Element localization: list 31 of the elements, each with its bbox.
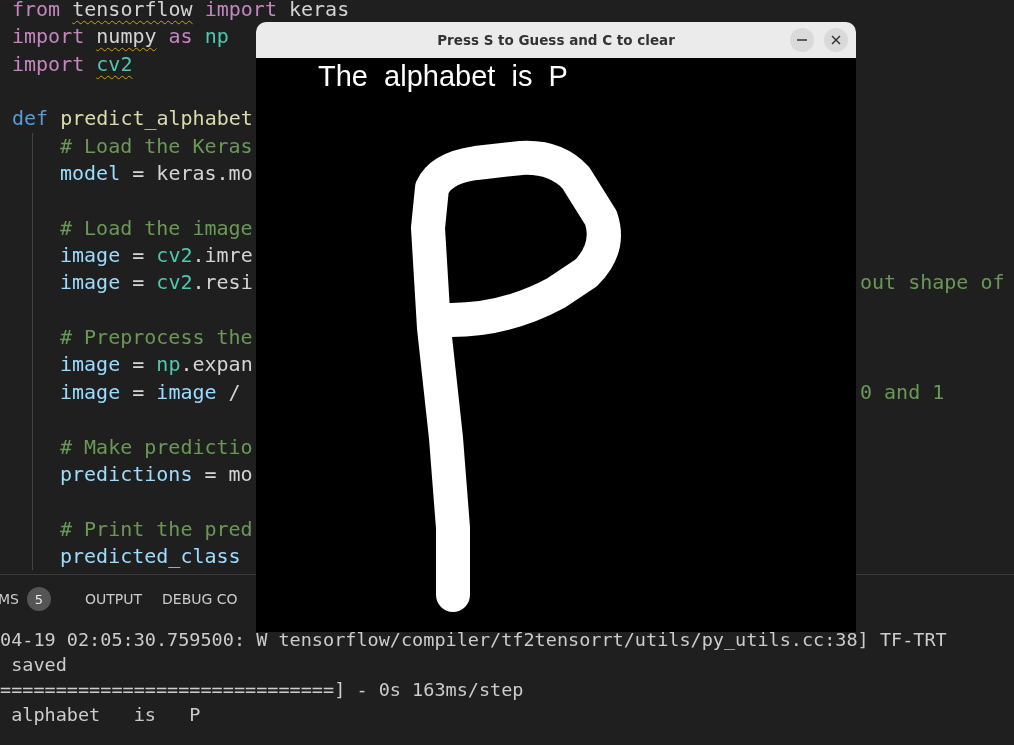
minimize-button[interactable] bbox=[790, 28, 814, 52]
code-line: from tensorflow import keras bbox=[12, 0, 350, 23]
close-icon bbox=[831, 35, 841, 45]
minimize-icon bbox=[797, 39, 807, 41]
code-line: # Load the image bbox=[60, 214, 253, 242]
code-comment: out shape of bbox=[860, 269, 1005, 297]
code-comment: 0 and 1 bbox=[860, 378, 945, 406]
terminal-line: alphabet is P bbox=[10, 703, 202, 727]
code-line: # Load the Keras bbox=[60, 132, 253, 160]
count-badge: 5 bbox=[26, 587, 51, 611]
code-line: # Preprocess the bbox=[60, 324, 253, 352]
panel-tab[interactable]: DEBUG CO bbox=[162, 591, 238, 607]
code-line: image = image / bbox=[60, 378, 241, 406]
code-line: import cv2 bbox=[12, 50, 133, 78]
code-line: # Print the pred bbox=[60, 515, 253, 543]
code-line: # Make predictio bbox=[60, 433, 253, 461]
prediction-text: The alphabet is P bbox=[318, 60, 568, 93]
code-line: def predict_alphabet bbox=[12, 105, 253, 133]
code-line: import numpy as np bbox=[12, 23, 229, 51]
window-title: Press S to Guess and C to clear bbox=[437, 32, 675, 48]
panel-tab[interactable]: OUTPUT bbox=[84, 591, 143, 607]
code-line: model = keras.mo bbox=[60, 160, 253, 188]
panel-tab[interactable]: MS bbox=[0, 591, 19, 607]
close-button[interactable] bbox=[824, 28, 848, 52]
code-line: predictions = mo bbox=[60, 460, 253, 488]
code-line: image = np.expan bbox=[60, 351, 253, 379]
terminal-line: ==============================] - 0s 163ms/step bbox=[0, 678, 525, 702]
code-line: image = cv2.resi bbox=[60, 269, 253, 297]
code-line: image = cv2.imre bbox=[60, 242, 253, 270]
code-line: predicted_class bbox=[60, 542, 241, 570]
terminal-line: saved bbox=[10, 653, 68, 677]
